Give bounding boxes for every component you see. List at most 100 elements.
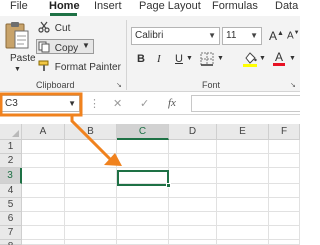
cell[interactable] [217, 240, 269, 245]
font-color-button[interactable]: A [273, 51, 285, 66]
enter-icon[interactable]: ✓ [140, 97, 149, 110]
cell[interactable] [117, 198, 169, 212]
cell[interactable] [169, 154, 217, 168]
cell[interactable] [217, 212, 269, 226]
tab-page-layout[interactable]: Page Layout [139, 0, 201, 12]
tab-data[interactable]: Data [275, 0, 298, 12]
cell[interactable] [217, 184, 269, 198]
cancel-icon[interactable]: ✕ [113, 97, 122, 110]
cell[interactable] [269, 198, 300, 212]
cell[interactable] [269, 240, 300, 245]
select-all-button[interactable] [0, 124, 22, 140]
cell[interactable] [217, 226, 269, 240]
cell[interactable] [269, 226, 300, 240]
cell[interactable] [169, 240, 217, 245]
row-header-3[interactable]: 3 [0, 168, 22, 184]
format-painter-label: Format Painter [54, 62, 121, 73]
cell[interactable] [269, 184, 300, 198]
cell[interactable] [22, 198, 65, 212]
column-header-e[interactable]: E [217, 124, 269, 140]
column-header-a[interactable]: A [22, 124, 65, 140]
underline-dropdown-caret[interactable]: ▼ [186, 55, 193, 62]
column-header-c[interactable]: C [117, 124, 169, 140]
row-header-8[interactable]: 8 [0, 240, 22, 245]
font-dialog-launcher-icon[interactable]: ↘ [290, 81, 296, 89]
cut-button[interactable]: Cut [38, 21, 70, 34]
cell[interactable] [269, 212, 300, 226]
row-header-1[interactable]: 1 [0, 140, 22, 154]
column-header-f[interactable]: F [269, 124, 300, 140]
copy-button-content[interactable]: Copy [38, 41, 78, 54]
font-color-dropdown-caret[interactable]: ▼ [289, 55, 296, 62]
fill-color-button[interactable] [243, 51, 257, 72]
cell[interactable] [169, 184, 217, 198]
row-header-7[interactable]: 7 [0, 226, 22, 240]
borders-button[interactable] [200, 52, 214, 71]
cell[interactable] [65, 184, 117, 198]
cell[interactable] [217, 140, 269, 154]
font-family-select[interactable]: Calibri ▼ [131, 27, 220, 45]
copy-dropdown-caret[interactable]: ▼ [82, 41, 90, 50]
row-header-4[interactable]: 4 [0, 184, 22, 198]
row-header-6[interactable]: 6 [0, 212, 22, 226]
cell[interactable] [217, 154, 269, 168]
cell[interactable] [65, 168, 117, 184]
cell[interactable] [169, 140, 217, 154]
paste-button[interactable]: Paste ▼ [2, 20, 36, 78]
fill-color-dropdown-caret[interactable]: ▼ [259, 55, 266, 62]
cell[interactable] [65, 198, 117, 212]
shrink-font-button[interactable]: A▼ [287, 30, 300, 41]
more-options-icon[interactable]: ⋮ [89, 97, 100, 110]
cell[interactable] [117, 240, 169, 245]
cell[interactable] [117, 184, 169, 198]
cell[interactable] [117, 140, 169, 154]
format-painter-button[interactable]: Format Painter [38, 60, 121, 73]
cell[interactable] [22, 226, 65, 240]
active-cell-c3[interactable] [117, 170, 169, 186]
cell[interactable] [269, 140, 300, 154]
formula-input[interactable] [191, 95, 300, 112]
font-size-select[interactable]: 11 ▼ [222, 27, 262, 45]
cell[interactable] [65, 154, 117, 168]
paste-dropdown-caret[interactable]: ▼ [14, 66, 21, 73]
cell[interactable] [169, 198, 217, 212]
grow-font-button[interactable]: A▲ [269, 29, 284, 43]
fill-handle[interactable] [166, 183, 171, 188]
insert-function-icon[interactable]: fx [168, 97, 176, 109]
underline-button[interactable]: U [175, 53, 183, 65]
row-header-5[interactable]: 5 [0, 198, 22, 212]
cell[interactable] [269, 154, 300, 168]
clipboard-dialog-launcher-icon[interactable]: ↘ [116, 81, 122, 89]
cell[interactable] [22, 168, 65, 184]
ribbon: Paste ▼ Cut Copy ▼ Format Painter Clipbo… [0, 16, 300, 92]
cell[interactable] [117, 226, 169, 240]
column-header-b[interactable]: B [65, 124, 117, 140]
cell[interactable] [169, 226, 217, 240]
cell[interactable] [269, 168, 300, 184]
cell[interactable] [22, 240, 65, 245]
row-header-2[interactable]: 2 [0, 154, 22, 168]
cell[interactable] [22, 154, 65, 168]
cell[interactable] [22, 212, 65, 226]
cell[interactable] [169, 168, 217, 184]
cell[interactable] [22, 184, 65, 198]
italic-button[interactable]: I [157, 53, 161, 65]
cell[interactable] [217, 198, 269, 212]
cell[interactable] [65, 240, 117, 245]
cell[interactable] [217, 168, 269, 184]
tab-formulas[interactable]: Formulas [212, 0, 258, 12]
bold-button[interactable]: B [137, 53, 145, 65]
tab-insert[interactable]: Insert [94, 0, 122, 12]
cell[interactable] [65, 140, 117, 154]
cell[interactable] [65, 212, 117, 226]
name-box[interactable]: C3 ▼ [1, 95, 80, 112]
borders-dropdown-caret[interactable]: ▼ [217, 55, 224, 62]
cell[interactable] [22, 140, 65, 154]
tab-home[interactable]: Home [49, 0, 80, 12]
column-header-d[interactable]: D [169, 124, 217, 140]
cell[interactable] [117, 212, 169, 226]
cell[interactable] [117, 154, 169, 168]
cell[interactable] [169, 212, 217, 226]
tab-file[interactable]: File [10, 0, 28, 12]
cell[interactable] [65, 226, 117, 240]
